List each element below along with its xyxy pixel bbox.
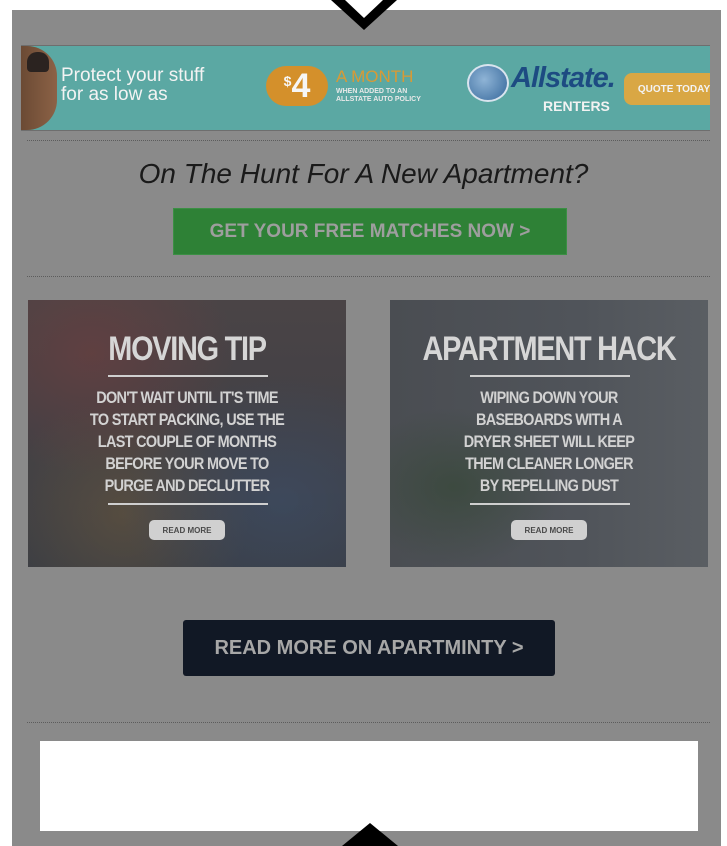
card-title: MOVING TIP — [108, 330, 267, 368]
price-badge: $ 4 — [266, 66, 328, 106]
read-more-apartminty-button[interactable]: READ MORE ON APARTMINTY > — [183, 620, 555, 676]
page-headline: On The Hunt For A New Apartment? — [138, 158, 589, 189]
ad-tagline: Protect your stuff for as low as — [61, 66, 204, 104]
card-title: APARTMENT HACK — [422, 330, 677, 368]
price-period: A MONTH — [336, 67, 414, 86]
price-condition-line-2: ALLSTATE AUTO POLICY — [336, 96, 421, 103]
price-value: 4 — [291, 67, 311, 105]
divider — [27, 140, 710, 141]
ad-line-1: Protect your stuff — [61, 65, 205, 86]
price-condition-line-1: WHEN ADDED TO AN — [336, 88, 408, 95]
read-more-button[interactable]: READ MORE — [511, 520, 587, 540]
divider — [27, 276, 710, 277]
apartment-hack-card[interactable]: APARTMENT HACK WIPING DOWN YOUR BASEBOAR… — [390, 300, 708, 567]
card-body: WIPING DOWN YOUR BASEBOARDS WITH A DRYER… — [463, 388, 635, 495]
divider — [27, 722, 710, 723]
arrow-up-icon — [342, 823, 398, 846]
price-symbol: $ — [283, 73, 292, 89]
card-divider — [108, 375, 268, 377]
content-placeholder — [40, 741, 698, 831]
product-name: RENTERS — [543, 98, 610, 114]
read-more-button[interactable]: READ MORE — [149, 520, 225, 540]
card-divider — [108, 503, 268, 505]
moving-tip-card[interactable]: MOVING TIP DON'T WAIT UNTIL IT'S TIME TO… — [28, 300, 346, 567]
quote-today-button[interactable]: QUOTE TODAY — [624, 73, 710, 105]
price-condition: WHEN ADDED TO AN ALLSTATE AUTO POLICY — [336, 88, 421, 104]
get-free-matches-button[interactable]: GET YOUR FREE MATCHES NOW > — [173, 208, 567, 255]
arrow-down-icon — [331, 0, 397, 30]
ad-line-2: for as low as — [61, 84, 168, 105]
card-divider — [470, 375, 630, 377]
card-body: DON'T WAIT UNTIL IT'S TIME TO START PACK… — [89, 388, 285, 495]
spokesperson-image — [21, 46, 57, 130]
allstate-hands-logo-icon — [467, 64, 509, 102]
card-divider — [470, 503, 630, 505]
brand-wordmark: Allstate. — [511, 62, 616, 94]
allstate-ad-banner[interactable]: Protect your stuff for as low as $ 4 A M… — [21, 45, 710, 131]
